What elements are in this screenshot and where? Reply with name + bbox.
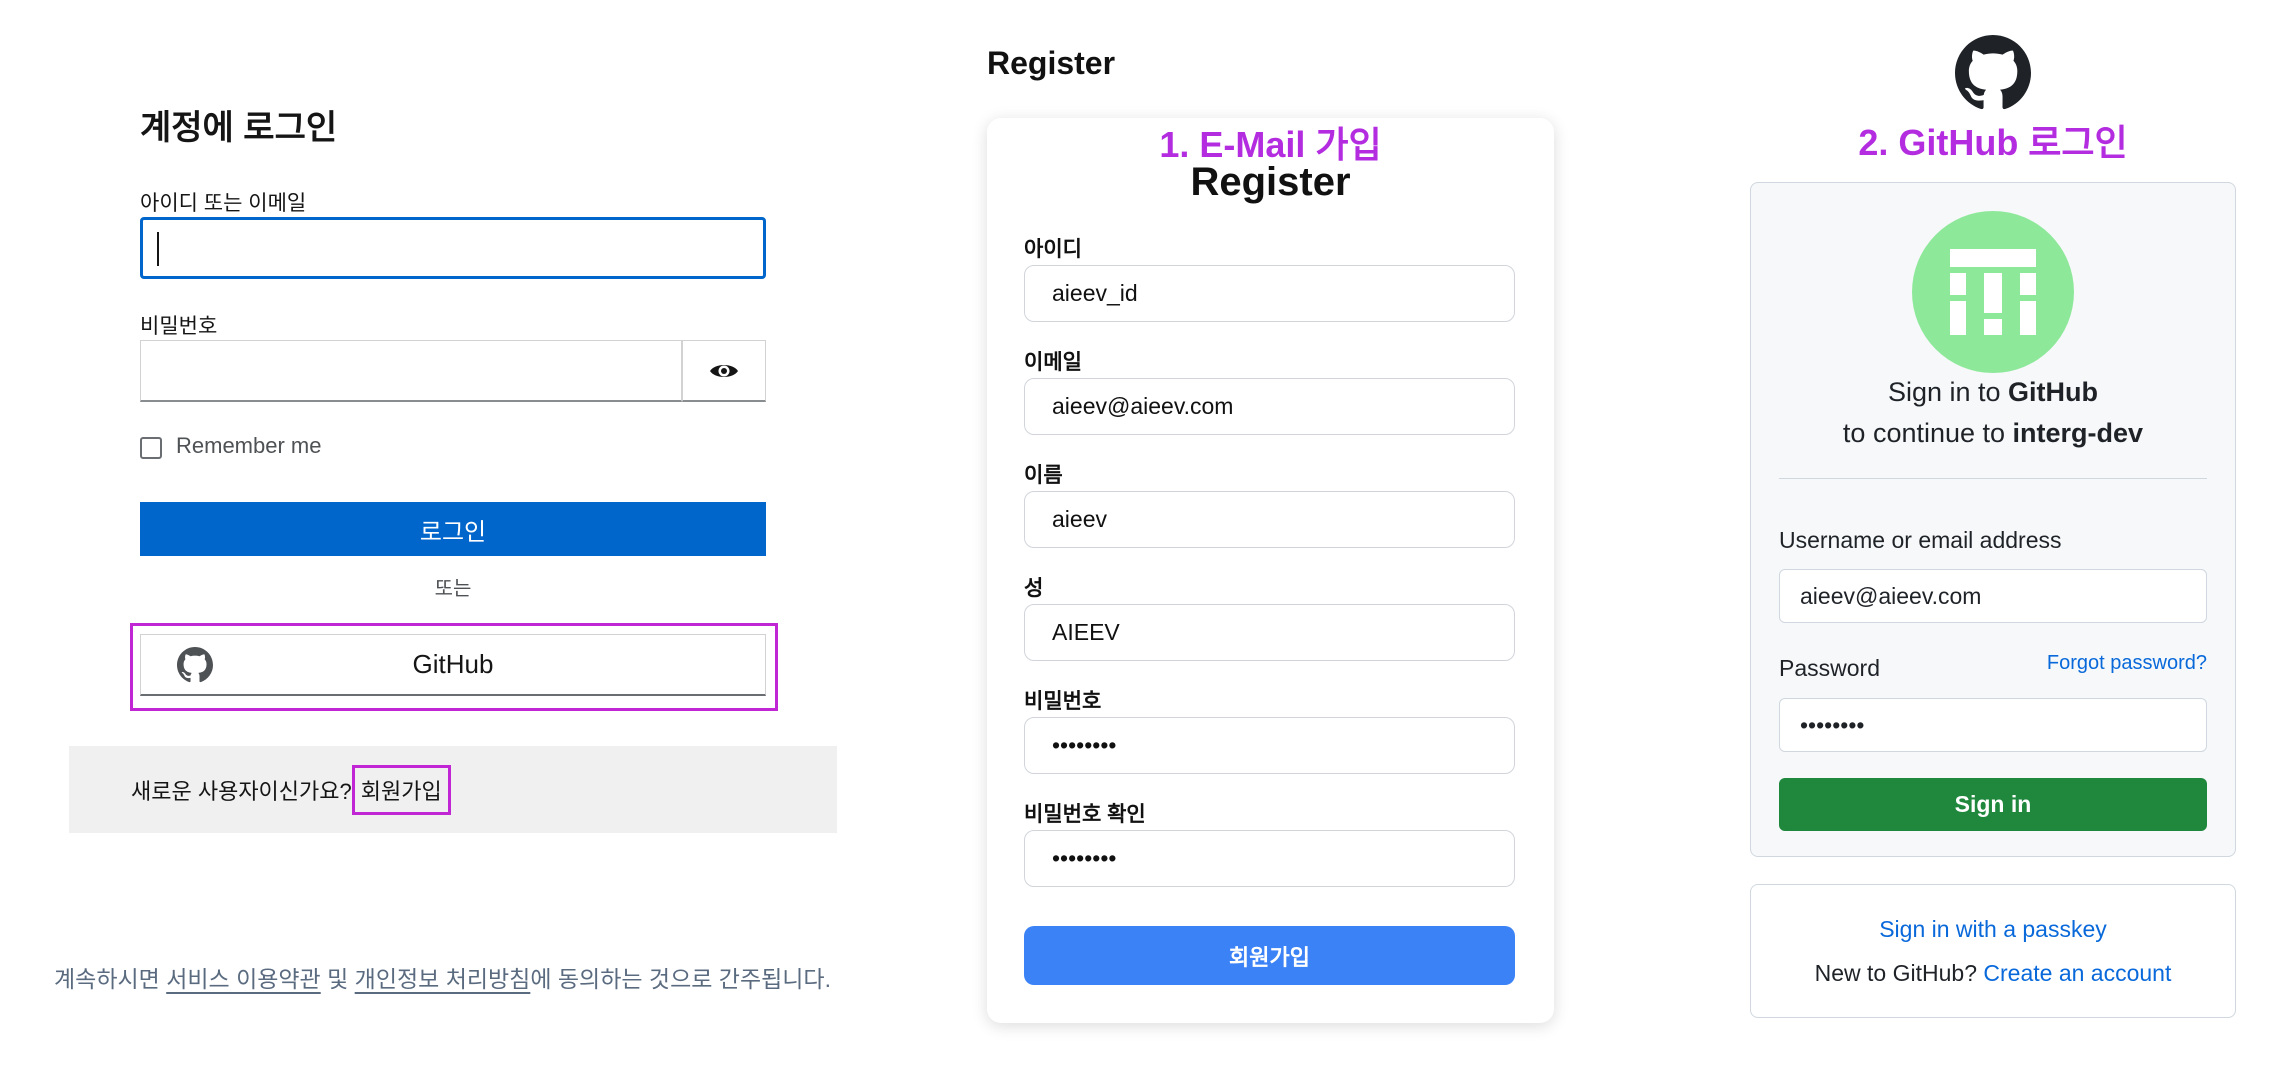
github-login-button[interactable]: GitHub [140, 634, 766, 696]
github-login-annotation: 2. GitHub 로그인 [1858, 122, 2128, 163]
field-label-password: 비밀번호 [1024, 690, 1102, 713]
passkey-signin-link[interactable]: Sign in with a passkey [1750, 916, 2236, 943]
remember-me-checkbox[interactable] [140, 437, 162, 459]
app-name: interg-dev [2012, 418, 2144, 448]
signup-submit-button[interactable]: 회원가입 [1024, 926, 1515, 985]
password-confirm-input[interactable]: •••••••• [1024, 830, 1515, 887]
show-password-button[interactable] [682, 340, 766, 402]
github-icon [177, 647, 213, 683]
password-label-github: Password [1779, 655, 1880, 681]
or-divider-text: 또는 [434, 578, 472, 600]
field-label-id: 아이디 [1024, 238, 1082, 261]
terms-notice: 계속하시면 서비스 이용약관 및 개인정보 처리방침에 동의하는 것으로 간주됩… [54, 960, 831, 994]
sign-in-to-text: Sign in to [1887, 377, 2009, 407]
service-name: GitHub [2008, 377, 2099, 407]
new-account-prompt: New to GitHub? Create an account [1750, 960, 2236, 987]
password-input[interactable] [140, 340, 682, 402]
username-email-label: Username or email address [1779, 527, 2062, 553]
register-link[interactable]: 회원가입 [351, 764, 451, 815]
username-label: 아이디 또는 이메일 [140, 192, 307, 215]
continue-to-text: to continue to [1842, 418, 2013, 448]
terms-and: 및 [320, 966, 355, 992]
new-to-github-text: New to GitHub? [1814, 960, 1984, 986]
forgot-password-link[interactable]: Forgot password? [2000, 652, 2207, 675]
create-account-link[interactable]: Create an account [1983, 960, 2171, 986]
field-label-password-confirm: 비밀번호 확인 [1024, 803, 1146, 826]
username-input[interactable] [140, 217, 766, 279]
remember-me-label[interactable]: Remember me [176, 433, 321, 459]
register-prompt-bar: 새로운 사용자이신가요? 회원가입 [69, 746, 837, 833]
id-input[interactable]: aieev_id [1024, 265, 1515, 322]
github-octocat-icon [1955, 35, 2031, 116]
eye-icon [710, 364, 738, 377]
signin-context: Sign in to GitHub to continue to interg-… [1750, 372, 2236, 454]
divider [1779, 478, 2207, 479]
terms-of-service-link[interactable]: 서비스 이용약관 [166, 966, 321, 992]
first-name-input[interactable]: aieev [1024, 491, 1515, 548]
field-label-first-name: 이름 [1024, 464, 1063, 487]
github-secondary-box [1750, 884, 2236, 1018]
username-email-input[interactable]: aieev@aieev.com [1779, 569, 2207, 623]
password-input-github[interactable]: •••••••• [1779, 698, 2207, 752]
login-page-title: 계정에 로그인 [140, 109, 338, 147]
login-button[interactable]: 로그인 [140, 502, 766, 556]
terms-prefix: 계속하시면 [54, 966, 167, 992]
privacy-policy-link[interactable]: 개인정보 처리방침 [355, 966, 531, 992]
terms-suffix: 에 동의하는 것으로 간주됩니다. [530, 966, 831, 992]
sign-in-button[interactable]: Sign in [1779, 778, 2207, 831]
field-label-last-name: 성 [1024, 577, 1044, 600]
github-button-label: GitHub [412, 649, 494, 679]
password-input-register[interactable]: •••••••• [1024, 717, 1515, 774]
register-page-title: Register [987, 45, 1116, 81]
register-heading: Register [1190, 160, 1351, 204]
password-label: 비밀번호 [140, 315, 218, 338]
email-input[interactable]: aieev@aieev.com [1024, 378, 1515, 435]
field-label-email: 이메일 [1024, 351, 1082, 374]
text-caret [157, 232, 159, 266]
last-name-input[interactable]: AIEEV [1024, 604, 1515, 661]
register-prompt-text: 새로운 사용자이신가요? [131, 778, 352, 804]
app-avatar [1912, 211, 2074, 373]
